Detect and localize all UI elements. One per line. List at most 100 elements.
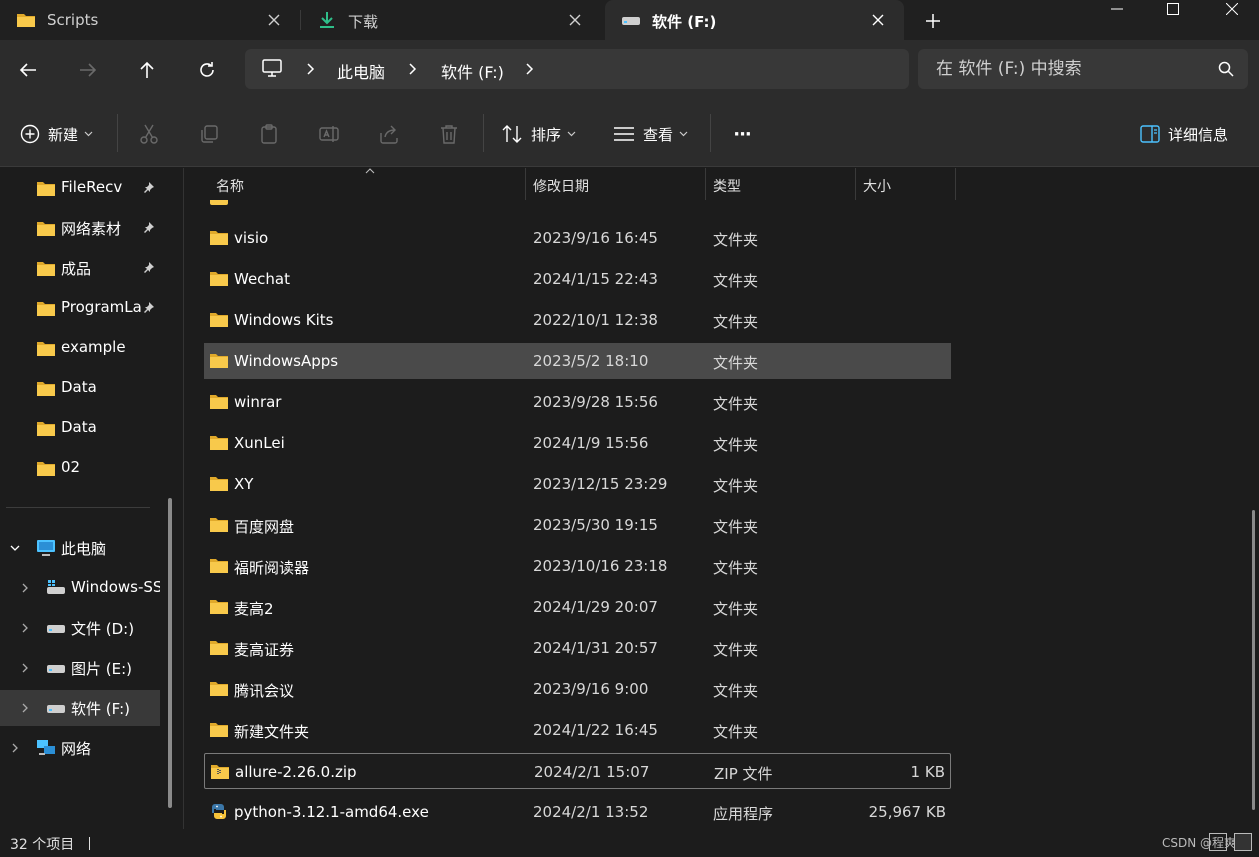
share-button[interactable]	[378, 118, 400, 150]
sidebar-item-label: Data	[61, 378, 97, 396]
sidebar-item-02[interactable]: 02	[0, 450, 160, 486]
file-type: 文件夹	[713, 723, 759, 741]
file-row[interactable]: Windows Kits 2022/10/1 12:38 文件夹	[204, 302, 951, 338]
maximize-button[interactable]	[1150, 0, 1196, 18]
sidebar-item-label: 软件 (F:)	[71, 700, 130, 718]
view-label: 查看	[643, 125, 674, 144]
close-window-button[interactable]	[1209, 0, 1255, 18]
network-icon	[37, 740, 55, 755]
file-row[interactable]: 麦高2 2024/1/29 20:07 文件夹	[204, 589, 951, 625]
file-type: 应用程序	[713, 805, 774, 823]
file-row[interactable]: python-3.12.1-amd64.exe 2024/2/1 13:52 应用程…	[204, 794, 951, 830]
item-count: 32 个项目	[10, 837, 75, 853]
sidebar-item-products[interactable]: 成品	[0, 250, 160, 286]
file-row[interactable]: allure-2.26.0.zip 2024/2/1 15:07 ZIP 文件 1 K…	[204, 753, 951, 789]
minimize-button[interactable]	[1094, 0, 1140, 18]
rename-button[interactable]	[318, 118, 340, 150]
more-options-button[interactable]: ···	[729, 118, 755, 150]
close-tab-icon[interactable]	[262, 8, 286, 32]
breadcrumb-this-pc[interactable]: 此电脑	[337, 59, 385, 83]
back-button[interactable]	[12, 54, 44, 86]
refresh-button[interactable]	[191, 54, 223, 86]
up-button[interactable]	[131, 54, 163, 86]
sort-ascending-icon	[365, 168, 375, 174]
details-pane-button[interactable]: 详细信息	[1140, 118, 1228, 150]
sidebar-item-example[interactable]: example	[0, 330, 160, 366]
file-row[interactable]: 腾讯会议 2023/9/16 9:00 文件夹	[204, 671, 951, 707]
chevron-right-icon[interactable]	[19, 622, 31, 634]
sidebar-item-label: Data	[61, 418, 97, 436]
close-tab-icon[interactable]	[866, 8, 890, 32]
zip-folder-icon	[211, 765, 229, 779]
sidebar-item-filerecv[interactable]: FileRecv	[0, 170, 160, 206]
search-input[interactable]	[918, 49, 1208, 89]
search-box[interactable]	[918, 49, 1248, 89]
copy-button[interactable]	[198, 118, 220, 150]
sidebar-scrollbar[interactable]	[168, 498, 172, 808]
tab-software-f[interactable]: 软件 (F:)	[605, 0, 904, 40]
file-row[interactable]: 百度网盘 2023/5/30 19:15 文件夹	[204, 507, 951, 543]
column-header-size[interactable]: 大小	[856, 168, 955, 200]
file-row[interactable]: 麦高证券 2024/1/31 20:57 文件夹	[204, 630, 951, 666]
file-row[interactable]: XunLei 2024/1/9 15:56 文件夹	[204, 425, 951, 461]
column-separator[interactable]	[955, 168, 956, 200]
column-header-name[interactable]: 名称	[209, 168, 525, 200]
column-header-type[interactable]: 类型	[706, 168, 855, 200]
chevron-right-icon[interactable]	[19, 662, 31, 674]
sidebar-item-drive-e[interactable]: 图片 (E:)	[0, 650, 160, 686]
file-date: 2024/1/15 22:43	[533, 270, 658, 288]
forward-button[interactable]	[72, 54, 104, 86]
view-button[interactable]: 查看	[613, 118, 688, 150]
sidebar-item-network[interactable]: 网络	[0, 730, 160, 766]
file-name: winrar	[234, 393, 282, 411]
file-type: 文件夹	[713, 436, 759, 454]
sidebar-item-data[interactable]: Data	[0, 370, 160, 406]
sidebar-item-label: ProgramLa	[61, 298, 142, 316]
sidebar-item-windows-ss[interactable]: Windows-SS	[0, 570, 160, 606]
new-button[interactable]: 新建	[20, 118, 93, 150]
file-list-scrollbar[interactable]	[1252, 510, 1255, 810]
details-label: 详细信息	[1168, 125, 1229, 144]
breadcrumb-software-f[interactable]: 软件 (F:)	[441, 59, 504, 83]
sidebar-item-network-material[interactable]: 网络素材	[0, 210, 160, 246]
close-tab-icon[interactable]	[563, 8, 587, 32]
cut-button[interactable]	[138, 118, 160, 150]
chevron-right-icon[interactable]	[19, 702, 31, 714]
sidebar-item-programla[interactable]: ProgramLa	[0, 290, 160, 326]
large-icons-view-toggle[interactable]	[1234, 833, 1252, 851]
file-name: 百度网盘	[234, 518, 295, 536]
sidebar-item-drive-d[interactable]: 文件 (D:)	[0, 610, 160, 646]
new-tab-button[interactable]	[918, 8, 948, 34]
pin-icon	[144, 182, 154, 193]
column-header-date[interactable]: 修改日期	[526, 168, 705, 200]
chevron-right-icon[interactable]	[19, 582, 31, 594]
python-installer-icon	[212, 804, 226, 819]
details-view-toggle[interactable]	[1209, 833, 1227, 851]
file-row[interactable]: winrar 2023/9/28 15:56 文件夹	[204, 384, 951, 420]
toolbar-separator	[117, 114, 118, 152]
tab-label: 下载	[348, 13, 379, 31]
address-bar[interactable]: 此电脑 软件 (F:)	[245, 49, 909, 89]
chevron-down-icon[interactable]	[9, 542, 21, 554]
file-type: 文件夹	[713, 559, 759, 577]
file-row[interactable]: Wechat 2024/1/15 22:43 文件夹	[204, 261, 951, 297]
file-row[interactable]: visio 2023/9/16 16:45 文件夹	[204, 220, 951, 256]
sidebar-item-this-pc[interactable]: 此电脑	[0, 530, 160, 566]
sidebar-item-data-2[interactable]: Data	[0, 410, 160, 446]
tab-label: 软件 (F:)	[652, 13, 717, 31]
sort-button[interactable]: 排序	[501, 118, 576, 150]
sidebar-item-drive-f[interactable]: 软件 (F:)	[0, 690, 160, 726]
file-row[interactable]: WindowsApps 2023/5/2 18:10 文件夹	[204, 343, 951, 379]
tab-downloads[interactable]: 下载	[301, 0, 601, 40]
delete-button[interactable]	[438, 118, 460, 150]
file-row[interactable]: XY 2023/12/15 23:29 文件夹	[204, 466, 951, 502]
chevron-right-icon[interactable]	[522, 61, 538, 77]
tab-scripts[interactable]: Scripts	[0, 0, 300, 40]
folder-icon	[210, 395, 228, 409]
chevron-right-icon[interactable]	[9, 742, 21, 754]
file-row[interactable]: 新建文件夹 2024/1/22 16:45 文件夹	[204, 712, 951, 748]
drive-icon	[47, 625, 65, 633]
file-type: 文件夹	[713, 518, 759, 536]
file-row[interactable]: 福昕阅读器 2023/10/16 23:18 文件夹	[204, 548, 951, 584]
paste-button[interactable]	[258, 118, 280, 150]
